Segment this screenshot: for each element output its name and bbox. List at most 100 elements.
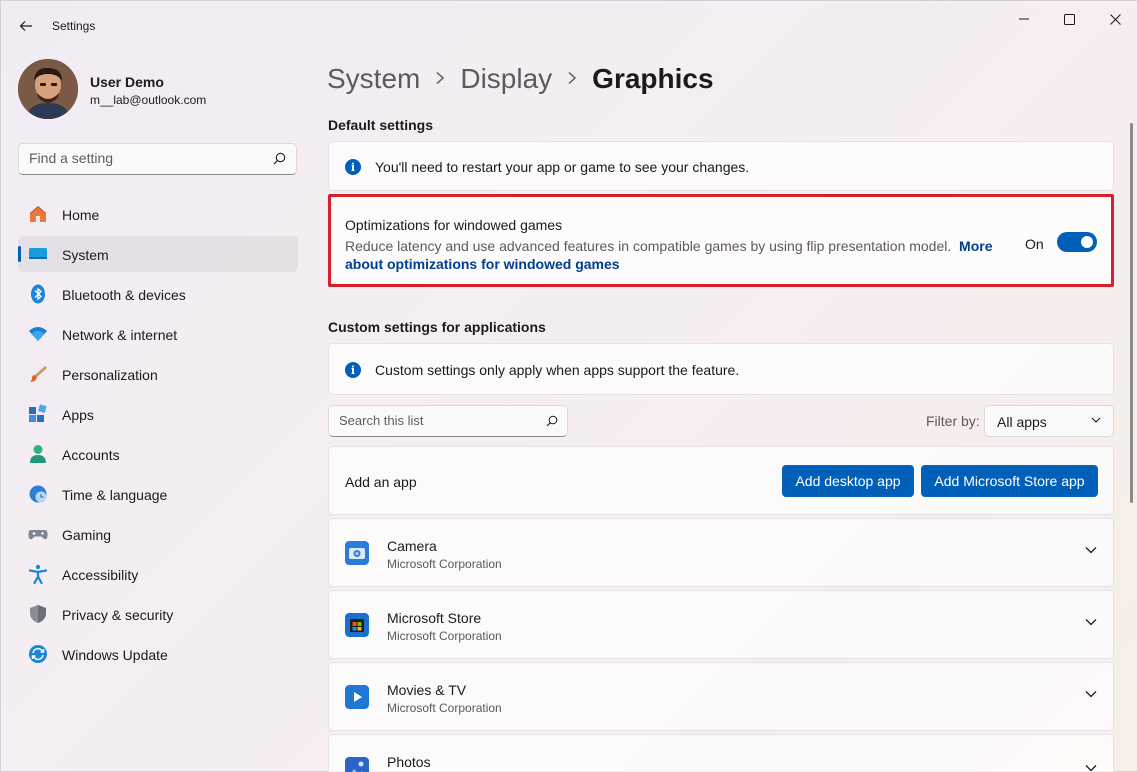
maximize-button[interactable] <box>1046 7 1092 31</box>
scrollbar[interactable] <box>1130 123 1133 503</box>
system-icon <box>29 248 47 259</box>
sidebar-item-label: Personalization <box>62 367 158 383</box>
app-title: Settings <box>52 19 96 33</box>
sidebar-item-label: System <box>62 247 109 263</box>
sidebar-item-label: Time & language <box>62 487 168 503</box>
add-store-app-button[interactable]: Add Microsoft Store app <box>921 465 1098 497</box>
sidebar-item-home[interactable]: Home <box>18 196 298 232</box>
privacy-icon <box>30 605 46 623</box>
close-button[interactable] <box>1092 7 1138 31</box>
search-icon[interactable] <box>273 152 286 165</box>
sidebar-item-label: Home <box>62 207 100 223</box>
toggle-knob <box>1081 236 1093 248</box>
sidebar-item-windows-update[interactable]: Windows Update <box>18 636 298 672</box>
search-icon[interactable] <box>546 415 558 427</box>
sidebar-item-accessibility[interactable]: Accessibility <box>18 556 298 592</box>
restart-info-card: i You'll need to restart your app or gam… <box>328 141 1114 191</box>
app-name: Camera <box>387 538 437 554</box>
breadcrumb: System Display Graphics <box>327 59 714 99</box>
app-row-camera[interactable]: Camera Microsoft Corporation <box>328 518 1114 587</box>
add-desktop-app-button[interactable]: Add desktop app <box>782 465 914 497</box>
back-button[interactable] <box>15 15 37 37</box>
sidebar-item-time-language[interactable]: Time & language <box>18 476 298 512</box>
user-email: m__lab@outlook.com <box>90 93 207 107</box>
personalization-icon <box>30 366 47 382</box>
apps-icon <box>29 404 47 422</box>
sidebar-item-network[interactable]: Network & internet <box>18 316 298 352</box>
app-publisher: Microsoft Corporation <box>387 629 502 643</box>
chevron-right-icon <box>435 68 445 91</box>
sidebar-nav: Home System Bluetooth & devices Network … <box>18 196 298 676</box>
bluetooth-icon <box>31 284 45 304</box>
sidebar-item-label: Windows Update <box>62 647 168 663</box>
search-list-box <box>328 405 568 437</box>
optimization-title: Optimizations for windowed games <box>345 217 563 233</box>
sidebar-item-label: Privacy & security <box>62 607 174 623</box>
chevron-down-icon[interactable] <box>1085 764 1097 772</box>
filter-dropdown[interactable]: All apps <box>984 405 1114 437</box>
default-settings-heading: Default settings <box>328 117 434 133</box>
find-setting-box <box>18 143 297 175</box>
add-app-card: Add an app Add desktop app Add Microsoft… <box>328 446 1114 515</box>
movies-tv-icon <box>345 685 369 709</box>
camera-icon <box>345 541 369 565</box>
search-list-input[interactable] <box>339 413 539 428</box>
settings-window: Settings User Demo m__lab@outlook.com Fi… <box>0 0 1138 772</box>
find-setting-input[interactable] <box>29 150 269 166</box>
sidebar-item-label: Accessibility <box>62 567 139 583</box>
sidebar-item-label: Accounts <box>62 447 120 463</box>
app-name: Microsoft Store <box>387 610 482 626</box>
app-row-microsoft-store[interactable]: Microsoft Store Microsoft Corporation <box>328 590 1114 659</box>
sidebar-item-gaming[interactable]: Gaming <box>18 516 298 552</box>
back-arrow-icon <box>19 21 32 31</box>
maximize-icon <box>1063 13 1075 25</box>
app-name: Movies & TV <box>387 682 467 698</box>
optimization-description: Reduce latency and use advanced features… <box>345 237 995 273</box>
gaming-icon <box>28 530 48 540</box>
sidebar-item-accounts[interactable]: Accounts <box>18 436 298 472</box>
photos-icon <box>345 757 369 772</box>
app-row-photos[interactable]: Photos <box>328 734 1114 772</box>
filter-label: Filter by: <box>926 413 980 429</box>
sidebar-item-label: Network & internet <box>62 327 178 343</box>
windows-update-icon <box>29 645 47 663</box>
info-icon: i <box>345 159 361 175</box>
restart-info-text: You'll need to restart your app or game … <box>375 159 750 175</box>
sidebar-item-privacy[interactable]: Privacy & security <box>18 596 298 632</box>
minimize-button[interactable] <box>1001 7 1047 31</box>
network-icon <box>29 327 47 341</box>
sidebar-item-apps[interactable]: Apps <box>18 396 298 432</box>
chevron-down-icon[interactable] <box>1085 546 1097 554</box>
chevron-right-icon <box>567 68 577 91</box>
sidebar-item-bluetooth[interactable]: Bluetooth & devices <box>18 276 298 312</box>
sidebar-item-label: Bluetooth & devices <box>62 287 186 303</box>
chevron-down-icon[interactable] <box>1085 618 1097 626</box>
breadcrumb-item-system[interactable]: System <box>327 63 420 95</box>
user-name: User Demo <box>90 74 164 90</box>
sidebar-item-personalization[interactable]: Personalization <box>18 356 298 392</box>
close-icon <box>1109 13 1121 25</box>
breadcrumb-item-display[interactable]: Display <box>460 63 552 95</box>
home-icon <box>30 206 46 222</box>
info-icon: i <box>345 362 361 378</box>
sidebar-item-label: Gaming <box>62 527 112 543</box>
sidebar-item-system[interactable]: System <box>18 236 298 272</box>
optimization-description-text: Reduce latency and use advanced features… <box>345 238 952 254</box>
app-publisher: Microsoft Corporation <box>387 557 502 571</box>
title-bar: Settings <box>1 1 1138 49</box>
time-language-icon <box>29 485 47 503</box>
chevron-down-icon <box>1091 417 1101 423</box>
sidebar-item-label: Apps <box>62 407 94 423</box>
avatar-image-icon <box>18 59 78 119</box>
app-publisher: Microsoft Corporation <box>387 701 502 715</box>
toggle-state-label: On <box>1025 236 1044 252</box>
app-row-movies-tv[interactable]: Movies & TV Microsoft Corporation <box>328 662 1114 731</box>
store-icon <box>345 613 369 637</box>
custom-info-text: Custom settings only apply when apps sup… <box>375 362 740 378</box>
filter-selected-value: All apps <box>997 414 1047 430</box>
accounts-icon <box>30 445 46 463</box>
optimizations-toggle[interactable] <box>1057 232 1097 252</box>
avatar[interactable] <box>18 59 78 119</box>
windowed-games-optimization-card: Optimizations for windowed games Reduce … <box>328 194 1114 287</box>
chevron-down-icon[interactable] <box>1085 690 1097 698</box>
